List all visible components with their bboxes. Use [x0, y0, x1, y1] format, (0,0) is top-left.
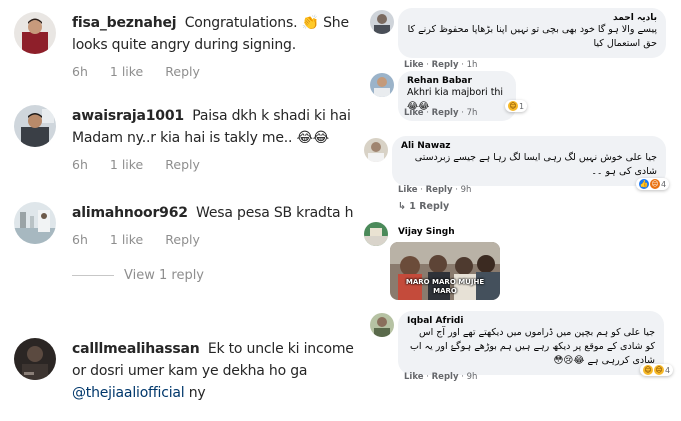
reply-arrow-icon: ↳	[398, 201, 406, 212]
reaction-count[interactable]: ☺ ☹ 4	[640, 364, 674, 376]
like-count[interactable]: 1 like	[110, 232, 143, 247]
comment-text: fisa_beznahej Congratulations. 👏 She loo…	[72, 12, 356, 56]
comment-username[interactable]: alimahnoor962	[72, 205, 188, 221]
comment-body: Akhri kia majbori thi	[407, 87, 504, 98]
like-button[interactable]: Like	[398, 185, 418, 195]
view-replies-button[interactable]: View 1 reply	[72, 268, 204, 283]
comment-text: جیا علی خوش نہیں لگ رہی ایسا لگ رہا ہے ج…	[414, 152, 657, 177]
instagram-comments-panel: fisa_beznahej Congratulations. 👏 She loo…	[0, 0, 358, 421]
comment-time: 1h	[466, 60, 478, 70]
commenter-name[interactable]: Vijay Singh	[398, 227, 455, 237]
comment-username[interactable]: awaisraja1001	[72, 108, 184, 124]
comment-bubble: Iqbal Afridi جیا علی کو ہم بچپن میں ڈرام…	[398, 311, 664, 375]
sad-reaction-icon: ☹	[654, 365, 664, 375]
commenter-name[interactable]: بادیہ احمد	[407, 13, 657, 23]
like-button[interactable]: Like	[404, 108, 424, 118]
reply-button[interactable]: Reply	[432, 108, 459, 118]
comment-body-continued: ny	[188, 385, 206, 401]
commenter-name[interactable]: Rehan Babar	[407, 76, 507, 86]
comment-meta: 6h 1 like Reply	[72, 64, 356, 79]
reaction-count[interactable]: ☺ 1	[505, 100, 528, 112]
reaction-count[interactable]: 👍 ☹ 4	[636, 178, 670, 190]
comment-actions: Like · Reply · 1h	[404, 60, 478, 70]
reply-button[interactable]: Reply	[165, 64, 200, 79]
commenter-name[interactable]: Iqbal Afridi	[407, 316, 655, 326]
comment-text: awaisraja1001 Paisa dkh k shadi ki hai M…	[72, 105, 356, 149]
avatar[interactable]	[14, 12, 56, 54]
comment-body: جیا علی کو ہم بچپن میں ڈراموں میں دیکھتے…	[409, 327, 655, 366]
comment-time: 6h	[72, 64, 88, 79]
divider-line	[72, 275, 114, 276]
comment-text: calllmealihassan Ek to uncle ki income o…	[72, 338, 356, 404]
avatar[interactable]	[14, 338, 56, 380]
like-count[interactable]: 1 like	[110, 157, 143, 172]
reaction-number: 4	[661, 179, 667, 189]
comment-time: 6h	[72, 157, 88, 172]
avatar[interactable]	[364, 222, 388, 246]
clap-emoji: 👏	[301, 15, 319, 31]
comment-bubble: بادیہ احمد پیسے والا ہو گا خود بھی بچی ت…	[398, 8, 666, 58]
reaction-number: 1	[519, 101, 525, 111]
comment-actions: Like · Reply · 9h	[398, 185, 472, 195]
comment-body: Wesa pesa SB kradta h	[196, 205, 354, 221]
comment-username[interactable]: fisa_beznahej	[72, 15, 177, 31]
gif-caption: MARO MARO MUJHE MARO	[405, 278, 485, 295]
mention-link[interactable]: @thejiaaliofficial	[72, 385, 185, 401]
avatar[interactable]	[370, 10, 394, 34]
replies-count: 1 Reply	[409, 201, 450, 212]
comment-text: پیسے والا ہو گا خود بھی بچی تو نہیں اپنا…	[407, 24, 657, 49]
haha-reaction-icon: ☺	[508, 101, 518, 111]
comment-bubble: Ali Nawaz جیا علی خوش نہیں لگ رہی ایسا ل…	[392, 136, 666, 186]
comment-meta: 6h 1 like Reply	[72, 232, 356, 247]
facebook-comments-panel: بادیہ احمد پیسے والا ہو گا خود بھی بچی ت…	[358, 0, 681, 421]
like-button[interactable]: Like	[404, 372, 424, 382]
comment-time: 9h	[466, 372, 478, 382]
like-reaction-icon: 👍	[639, 179, 649, 189]
comment-time: 9h	[460, 185, 472, 195]
comment-username[interactable]: calllmealihassan	[72, 341, 200, 357]
comment-time: 7h	[466, 108, 478, 118]
avatar[interactable]	[14, 202, 56, 244]
comment-meta: 6h 1 like Reply	[72, 157, 356, 172]
emoji-sequence: 😂😢😳	[553, 355, 585, 366]
angry-reaction-icon: ☹	[650, 179, 660, 189]
like-count[interactable]: 1 like	[110, 64, 143, 79]
view-replies-button[interactable]: ↳ 1 Reply	[398, 201, 449, 212]
reply-button[interactable]: Reply	[165, 157, 200, 172]
view-replies-label: View 1 reply	[124, 268, 204, 283]
gif-attachment[interactable]: MARO MARO MUJHE MARO	[390, 242, 500, 300]
reaction-number: 4	[665, 365, 671, 375]
reply-button[interactable]: Reply	[432, 60, 459, 70]
like-button[interactable]: Like	[404, 60, 424, 70]
avatar[interactable]	[370, 73, 394, 97]
reply-button[interactable]: Reply	[426, 185, 453, 195]
avatar[interactable]	[14, 105, 56, 147]
comment-time: 6h	[72, 232, 88, 247]
haha-reaction-icon: ☺	[643, 365, 653, 375]
comment-actions: Like · Reply · 9h	[404, 372, 478, 382]
avatar[interactable]	[370, 313, 394, 337]
reply-button[interactable]: Reply	[165, 232, 200, 247]
commenter-name[interactable]: Ali Nawaz	[401, 141, 657, 151]
reply-button[interactable]: Reply	[432, 372, 459, 382]
comment-body: Congratulations.	[184, 15, 298, 31]
comment-text: alimahnoor962 Wesa pesa SB kradta h	[72, 202, 356, 224]
laughing-emoji: 😂😂	[296, 130, 330, 146]
comment-actions: Like · Reply · 7h	[404, 108, 478, 118]
comment-text: جیا علی کو ہم بچپن میں ڈراموں میں دیکھتے…	[407, 326, 655, 368]
avatar[interactable]	[364, 138, 388, 162]
